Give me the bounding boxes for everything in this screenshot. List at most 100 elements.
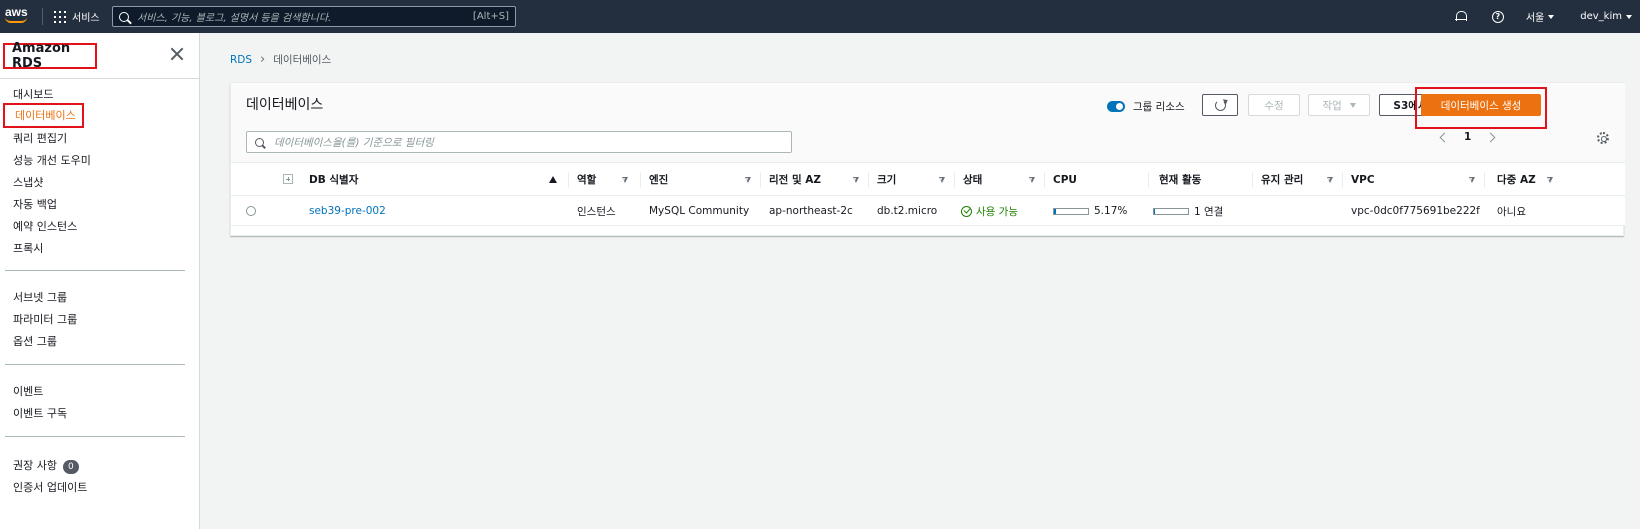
help-icon[interactable]: ? — [1491, 10, 1504, 23]
sidebar-item-query-editor[interactable]: 쿼리 편집기 — [13, 130, 67, 146]
breadcrumb-rds-link[interactable]: RDS — [230, 54, 252, 66]
sidebar-divider — [5, 364, 185, 365]
activity-meter — [1153, 207, 1189, 215]
toggle-switch[interactable] — [1107, 101, 1125, 112]
column-label: 엔진 — [649, 174, 669, 186]
db-identifier-link[interactable]: seb39-pre-002 — [309, 205, 386, 217]
sort-icon — [1468, 177, 1475, 183]
account-menu[interactable]: dev_kim — [1580, 11, 1632, 22]
sidebar-item-proxies[interactable]: 프록시 — [13, 240, 43, 256]
column-region-az[interactable]: 리전 및 AZ — [761, 163, 869, 196]
sort-icon — [938, 177, 945, 183]
filter-placeholder: 데이터베이스을(를) 기준으로 필터링 — [274, 136, 434, 149]
expand-all-icon[interactable] — [283, 174, 293, 184]
sidebar-divider — [5, 436, 185, 437]
column-current-activity[interactable]: 현재 활동 — [1149, 163, 1253, 196]
sidebar: Amazon RDS 대시보드 데이터베이스 쿼리 편집기 성능 개선 도우미 … — [0, 33, 200, 529]
cpu-meter-fill — [1054, 208, 1056, 214]
table-header: DB 식별자 역할 엔진 리전 및 AZ 크기 상태 CPU 현재 활동 유지 … — [231, 163, 1625, 196]
sidebar-item-event-subscriptions[interactable]: 이벤트 구독 — [13, 405, 67, 421]
cell-current-activity: 1 연결 — [1153, 196, 1223, 226]
activity-meter-fill — [1154, 208, 1156, 214]
search-icon — [255, 137, 264, 147]
sidebar-item-snapshots[interactable]: 스냅샷 — [13, 174, 43, 190]
caret-down-icon — [1548, 14, 1555, 19]
account-username: dev_kim — [1580, 11, 1622, 22]
column-label: 현재 활동 — [1159, 174, 1202, 186]
modify-button[interactable]: 수정 — [1248, 94, 1300, 116]
column-label: 리전 및 AZ — [769, 174, 822, 186]
sidebar-item-databases[interactable]: 데이터베이스 — [3, 103, 84, 128]
refresh-button[interactable] — [1202, 94, 1238, 116]
sidebar-item-reserved-instances[interactable]: 예약 인스턴스 — [13, 218, 77, 234]
column-label: CPU — [1053, 173, 1077, 186]
aws-logo[interactable]: aws — [5, 6, 31, 26]
caret-down-icon — [1626, 14, 1632, 19]
filter-databases-input[interactable]: 데이터베이스을(를) 기준으로 필터링 — [246, 131, 792, 153]
column-label: 유지 관리 — [1261, 174, 1304, 186]
column-multi-az[interactable]: 다중 AZ — [1485, 163, 1559, 196]
nav-divider — [42, 8, 43, 25]
top-navigation: aws 서비스 서비스, 기능, 블로그, 설명서 등을 검색합니다. [Alt… — [0, 0, 1640, 33]
chevron-left-icon[interactable] — [1439, 132, 1450, 142]
page-number[interactable]: 1 — [1464, 131, 1471, 143]
column-cpu[interactable]: CPU — [1045, 163, 1149, 196]
refresh-icon — [1214, 99, 1226, 111]
page-title: 데이터베이스 — [246, 97, 324, 113]
aws-logo-text: aws — [5, 5, 28, 19]
databases-panel: 데이터베이스 그룹 리소스 수정 작업 S3에서 복원 데이터베이스 생성 데이… — [230, 82, 1625, 236]
sort-ascending-icon — [549, 176, 557, 183]
column-db-identifier[interactable]: DB 식별자 — [301, 163, 569, 196]
chevron-right-icon: › — [260, 52, 266, 67]
sidebar-item-option-groups[interactable]: 옵션 그룹 — [13, 333, 57, 349]
global-search-input[interactable]: 서비스, 기능, 블로그, 설명서 등을 검색합니다. [Alt+S] — [112, 6, 516, 27]
cpu-value: 5.17% — [1094, 205, 1128, 217]
chevron-right-icon[interactable] — [1485, 132, 1496, 142]
close-icon[interactable] — [170, 47, 184, 61]
sidebar-item-recommendations[interactable]: 권장 사항 0 — [13, 457, 79, 474]
column-engine[interactable]: 엔진 — [641, 163, 761, 196]
sort-icon — [1546, 177, 1553, 183]
cell-region-az: ap-northeast-2c — [769, 205, 853, 217]
services-menu-button[interactable]: 서비스 — [54, 9, 100, 24]
search-placeholder: 서비스, 기능, 블로그, 설명서 등을 검색합니다. — [137, 13, 332, 24]
caret-down-icon — [1349, 102, 1356, 108]
cell-engine: MySQL Community — [649, 205, 750, 217]
bell-icon[interactable] — [1454, 10, 1467, 23]
sidebar-item-dashboard[interactable]: 대시보드 — [13, 86, 53, 102]
actions-dropdown[interactable]: 작업 — [1308, 94, 1370, 116]
cell-vpc: vpc-0dc0f775691be222f — [1351, 205, 1480, 217]
create-database-button[interactable]: 데이터베이스 생성 — [1421, 94, 1541, 116]
sort-icon — [1028, 177, 1035, 183]
table-row[interactable]: seb39-pre-002 인스턴스 MySQL Community ap-no… — [231, 196, 1625, 226]
column-role[interactable]: 역할 — [569, 163, 641, 196]
cell-cpu: 5.17% — [1053, 196, 1127, 226]
column-label: 크기 — [877, 174, 897, 186]
sort-icon — [621, 177, 628, 183]
cell-db-identifier: seb39-pre-002 — [309, 196, 386, 226]
sidebar-item-subnet-groups[interactable]: 서브넷 그룹 — [13, 289, 67, 305]
gear-icon[interactable] — [1597, 132, 1609, 144]
column-size[interactable]: 크기 — [869, 163, 955, 196]
sidebar-title[interactable]: Amazon RDS — [3, 41, 97, 71]
group-resources-toggle[interactable]: 그룹 리소스 — [1107, 99, 1185, 114]
column-status[interactable]: 상태 — [955, 163, 1045, 196]
region-selector[interactable]: 서울 — [1525, 9, 1555, 24]
cell-multi-az: 아니요 — [1497, 205, 1526, 218]
column-maintenance[interactable]: 유지 관리 — [1253, 163, 1343, 196]
services-label: 서비스 — [72, 13, 100, 24]
sidebar-item-certificate-update[interactable]: 인증서 업데이트 — [13, 479, 87, 495]
sidebar-item-performance-insights[interactable]: 성능 개선 도우미 — [13, 152, 91, 168]
row-select-radio[interactable] — [246, 206, 256, 216]
column-vpc[interactable]: VPC — [1343, 163, 1485, 196]
sidebar-item-events[interactable]: 이벤트 — [13, 383, 43, 399]
cell-status: 사용 가능 — [961, 196, 1018, 226]
sidebar-item-automated-backups[interactable]: 자동 백업 — [13, 196, 57, 212]
sidebar-divider — [5, 270, 185, 271]
search-shortcut-hint: [Alt+S] — [472, 11, 509, 22]
breadcrumb-current: 데이터베이스 — [273, 54, 332, 66]
sidebar-item-parameter-groups[interactable]: 파라미터 그룹 — [13, 311, 77, 327]
column-label: DB 식별자 — [309, 174, 359, 186]
recommendations-count-badge: 0 — [62, 460, 79, 474]
region-label: 서울 — [1525, 13, 1545, 24]
